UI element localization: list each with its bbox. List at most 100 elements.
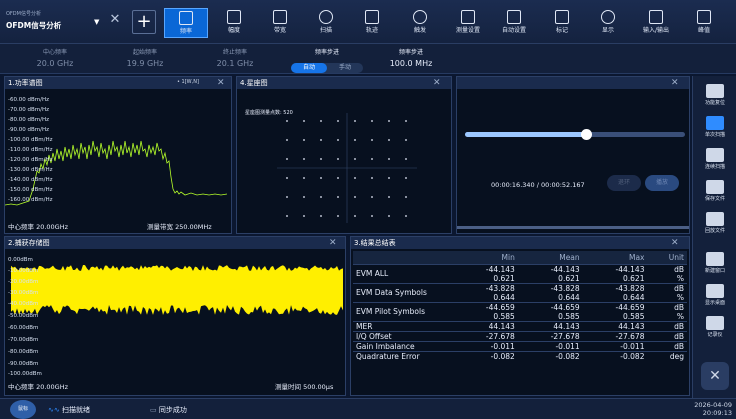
close-icon[interactable]: ✕ — [671, 237, 679, 249]
peak-button[interactable]: 峰值 — [682, 8, 726, 38]
constellation-point — [388, 196, 390, 198]
freq-icon — [179, 11, 193, 25]
add-mode-button[interactable]: + — [132, 10, 156, 34]
mode-selector[interactable]: OFDM信号分析 OFDM信号分析 ▼ — [6, 10, 106, 38]
function-reset-button[interactable]: 功能复位 — [697, 84, 733, 108]
amplitude-icon — [227, 10, 241, 24]
close-icon[interactable]: ✕ — [433, 77, 441, 89]
playback-slider[interactable] — [465, 132, 685, 137]
constellation-point — [337, 196, 339, 198]
stop-freq[interactable]: 终止频率 20.1 GHz — [200, 47, 270, 68]
result-summary-panel[interactable]: 3.结果总结表 ✕ Min Mean Max Unit EVM ALL -44.143 -4… — [350, 236, 690, 396]
constellation-point — [320, 177, 322, 179]
home-icon — [706, 284, 724, 298]
new-window-button[interactable]: 新建窗口 — [697, 252, 733, 276]
recorder-button[interactable]: 记录仪 — [697, 316, 733, 340]
trace-icon — [365, 10, 379, 24]
table-cell: % — [647, 274, 687, 284]
mode-title: OFDM信号分析 — [6, 20, 61, 31]
constellation-point — [286, 196, 288, 198]
table-header: Mean — [518, 251, 583, 264]
constellation-point — [303, 139, 305, 141]
constellation-point — [354, 139, 356, 141]
start-freq[interactable]: 起始频率 19.9 GHz — [110, 47, 180, 68]
table-cell: -27.678 — [453, 331, 518, 341]
y-label: 0.00dBm — [8, 257, 33, 263]
constellation-point — [303, 215, 305, 217]
result-table: Min Mean Max Unit EVM ALL -44.143 -44.143 -44.1… — [353, 251, 687, 361]
table-cell: -44.143 — [453, 264, 518, 274]
constellation-point — [320, 139, 322, 141]
play-button[interactable]: 播放 — [645, 175, 679, 191]
row-label: EVM Pilot Symbols — [353, 302, 453, 321]
recorder-icon — [706, 316, 724, 330]
logo-button[interactable]: 鼠标 — [10, 400, 36, 419]
slider-handle[interactable] — [581, 129, 592, 140]
constellation-point — [371, 120, 373, 122]
exit-loop-button[interactable]: 退环 — [607, 175, 641, 191]
constellation-point — [320, 215, 322, 217]
meas-setup-button[interactable]: 测量设置 — [446, 8, 490, 38]
amplitude-button[interactable]: 幅度 — [212, 8, 256, 38]
table-header: Min — [453, 251, 518, 264]
show-desktop-button[interactable]: 显示桌面 — [697, 284, 733, 308]
sweep-icon — [319, 10, 333, 24]
auto-setup-button[interactable]: 自动设置 — [492, 8, 536, 38]
center-freq[interactable]: 中心频率 20.0 GHz — [20, 47, 90, 68]
playback-panel[interactable]: ✕ 00:00:16.340 / 00:00:52.167 退环 播放 — [456, 76, 690, 234]
y-label: -80.00dBm — [8, 349, 38, 355]
sweep-button[interactable]: 扫描 — [304, 8, 348, 38]
playback-file-button[interactable]: 回放文件 — [697, 212, 733, 236]
row-label: EVM Data Symbols — [353, 283, 453, 302]
row-label: MER — [353, 321, 453, 331]
single-sweep-button[interactable]: 单次扫描 — [697, 116, 733, 140]
close-mode-icon[interactable]: ✕ — [108, 12, 122, 28]
y-label: -90.00dBm — [8, 361, 38, 367]
save-file-button[interactable]: 保存文件 — [697, 180, 733, 204]
capture-memory-panel[interactable]: 2.捕获存储图 ✕ 0.00dBm -10.00dBm -20.00dBm -3… — [4, 236, 346, 396]
center-freq-label: 中心频率 20.00GHz — [8, 381, 68, 391]
close-icon[interactable]: ✕ — [329, 237, 337, 249]
marker-button[interactable]: 标记 — [540, 8, 584, 38]
sync-status: ▭ 同步成功 — [150, 405, 187, 415]
step-auto-option[interactable]: 自动 — [291, 63, 327, 73]
table-cell: 0.621 — [583, 274, 648, 284]
constellation-point — [337, 139, 339, 141]
row-label: Quadrature Error — [353, 351, 453, 361]
dropdown-arrow-icon[interactable]: ▼ — [94, 18, 99, 26]
continuous-sweep-button[interactable]: 连续扫描 — [697, 148, 733, 172]
constellation-point — [354, 158, 356, 160]
close-icon[interactable]: ✕ — [217, 77, 225, 89]
constellation-point — [303, 196, 305, 198]
table-row: MER 44.143 44.143 44.143 dB — [353, 321, 687, 331]
constellation-panel[interactable]: 4.星座图 ✕ 星座图测量点数: 520 — [236, 76, 452, 234]
table-row: EVM Pilot Symbols -44.659 -44.659 -44.659 dB — [353, 302, 687, 312]
trace-indicator: • 1[W,N] — [177, 79, 199, 85]
y-label: -40.00dBm — [8, 301, 38, 307]
y-label: -30.00dBm — [8, 290, 38, 296]
constellation-point — [320, 158, 322, 160]
io-button[interactable]: 输入/输出 — [634, 8, 678, 38]
trace-button[interactable]: 轨迹 — [350, 8, 394, 38]
power-spectrum-panel[interactable]: 1.功率谱图 • 1[W,N] ✕ -60.00 dBm/Hz -70.00 d… — [4, 76, 232, 234]
freq-button[interactable]: 频率 — [164, 8, 208, 38]
y-label: -130.00 dBm/Hz — [8, 167, 52, 173]
display-button[interactable]: 显示 — [586, 8, 630, 38]
window-icon — [706, 252, 724, 266]
mode-subtitle: OFDM信号分析 — [6, 10, 41, 17]
trigger-button[interactable]: 触发 — [398, 8, 442, 38]
constellation-point — [337, 120, 339, 122]
table-row: EVM Data Symbols -43.828 -43.828 -43.828 dB — [353, 283, 687, 293]
step-mode-toggle[interactable]: 自动 手动 — [291, 63, 363, 73]
panel-title: 2.捕获存储图 — [5, 237, 345, 249]
y-label: -110.00 dBm/Hz — [8, 147, 52, 153]
y-label: -60.00dBm — [8, 325, 38, 331]
y-label: -80.00 dBm/Hz — [8, 117, 49, 123]
freq-step[interactable]: 频率步进 100.0 MHz — [376, 47, 446, 68]
bandwidth-button[interactable]: 带宽 — [258, 8, 302, 38]
step-manual-option[interactable]: 手动 — [327, 63, 363, 73]
table-cell: 0.621 — [453, 274, 518, 284]
y-label: -140.00 dBm/Hz — [8, 177, 52, 183]
expand-icon[interactable]: ✕ — [701, 362, 729, 390]
close-icon[interactable]: ✕ — [671, 77, 679, 89]
